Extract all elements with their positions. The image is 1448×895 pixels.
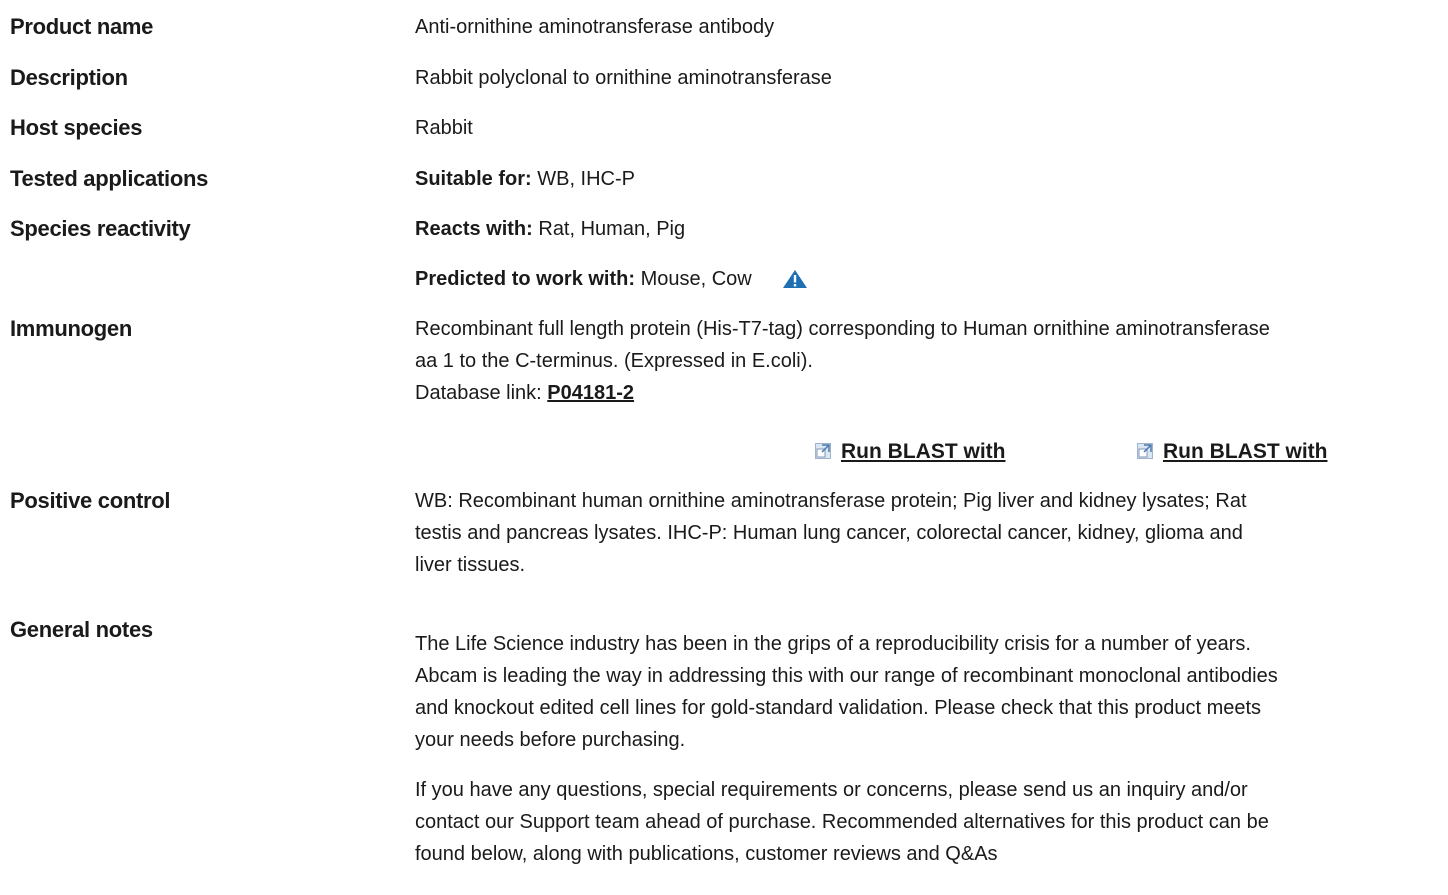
- general-notes-p2-line-2: contact our Support team ahead of purcha…: [415, 811, 1269, 833]
- reacts-with-prefix: Reacts with:: [415, 218, 533, 240]
- label-general-notes: General notes: [10, 617, 153, 642]
- value-product-name: Anti-ornithine aminotransferase antibody: [415, 16, 775, 38]
- value-immunogen: Recombinant full length protein (His-T7-…: [415, 313, 1445, 409]
- suitable-for-prefix: Suitable for:: [415, 168, 532, 190]
- blast-links-container: Run BLAST with Run BLAST with: [0, 436, 1448, 468]
- database-link-p04181-2[interactable]: P04181-2: [547, 382, 634, 404]
- label-product-name: Product name: [10, 14, 154, 39]
- positive-control-line-2: testis and pancreas lysates. IHC-P: Huma…: [415, 522, 1243, 544]
- reacts-with-value: Rat, Human, Pig: [532, 218, 686, 240]
- product-datasheet: Product name Anti-ornithine aminotransfe…: [0, 0, 1448, 895]
- predicted-prefix: Predicted to work with:: [415, 268, 636, 290]
- general-notes-p2-line-3: found below, along with publications, cu…: [415, 843, 998, 865]
- general-notes-p1-line-2: Abcam is leading the way in addressing t…: [415, 665, 1278, 687]
- run-blast-link-2[interactable]: Run BLAST with: [1163, 440, 1327, 463]
- positive-control-line-3: liver tissues.: [415, 554, 526, 576]
- external-link-icon: [815, 437, 831, 459]
- value-description: Rabbit polyclonal to ornithine aminotran…: [415, 67, 832, 89]
- database-link-prefix: Database link:: [415, 382, 548, 404]
- predicted-line: Predicted to work with: Mouse, Cow: [415, 263, 1445, 295]
- label-tested-applications: Tested applications: [10, 166, 209, 191]
- blast-link-2[interactable]: Run BLAST with: [1137, 436, 1327, 468]
- external-link-icon: [1137, 437, 1153, 459]
- value-tested-applications: Suitable for: WB, IHC-P: [415, 163, 1445, 195]
- blast-link-1[interactable]: Run BLAST with: [815, 436, 1005, 468]
- value-general-notes: The Life Science industry has been in th…: [415, 628, 1445, 870]
- value-host-species: Rabbit: [415, 117, 473, 139]
- value-species-reactivity: Reacts with: Rat, Human, Pig Predicted t…: [415, 213, 1445, 295]
- general-notes-p1-line-4: your needs before purchasing.: [415, 729, 686, 751]
- label-description: Description: [10, 65, 128, 90]
- value-positive-control: WB: Recombinant human ornithine aminotra…: [415, 485, 1445, 581]
- general-notes-p1-line-1: The Life Science industry has been in th…: [415, 633, 1251, 655]
- label-positive-control: Positive control: [10, 488, 171, 513]
- warning-triangle-icon[interactable]: [782, 267, 808, 288]
- suitable-for-value: WB, IHC-P: [531, 168, 636, 190]
- predicted-value: Mouse, Cow: [635, 268, 752, 290]
- run-blast-link-1[interactable]: Run BLAST with: [841, 440, 1005, 463]
- label-immunogen: Immunogen: [10, 316, 132, 341]
- label-host-species: Host species: [10, 115, 143, 140]
- reacts-with-line: Reacts with: Rat, Human, Pig: [415, 213, 1445, 245]
- immunogen-line-1: Recombinant full length protein (His-T7-…: [415, 318, 1270, 340]
- label-species-reactivity: Species reactivity: [10, 216, 191, 241]
- database-link-line: Database link: P04181-2: [415, 377, 1445, 409]
- immunogen-line-2: aa 1 to the C-terminus. (Expressed in E.…: [415, 350, 813, 372]
- general-notes-p1-line-3: and knockout edited cell lines for gold-…: [415, 697, 1262, 719]
- positive-control-line-1: WB: Recombinant human ornithine aminotra…: [415, 490, 1247, 512]
- general-notes-p2-line-1: If you have any questions, special requi…: [415, 779, 1248, 801]
